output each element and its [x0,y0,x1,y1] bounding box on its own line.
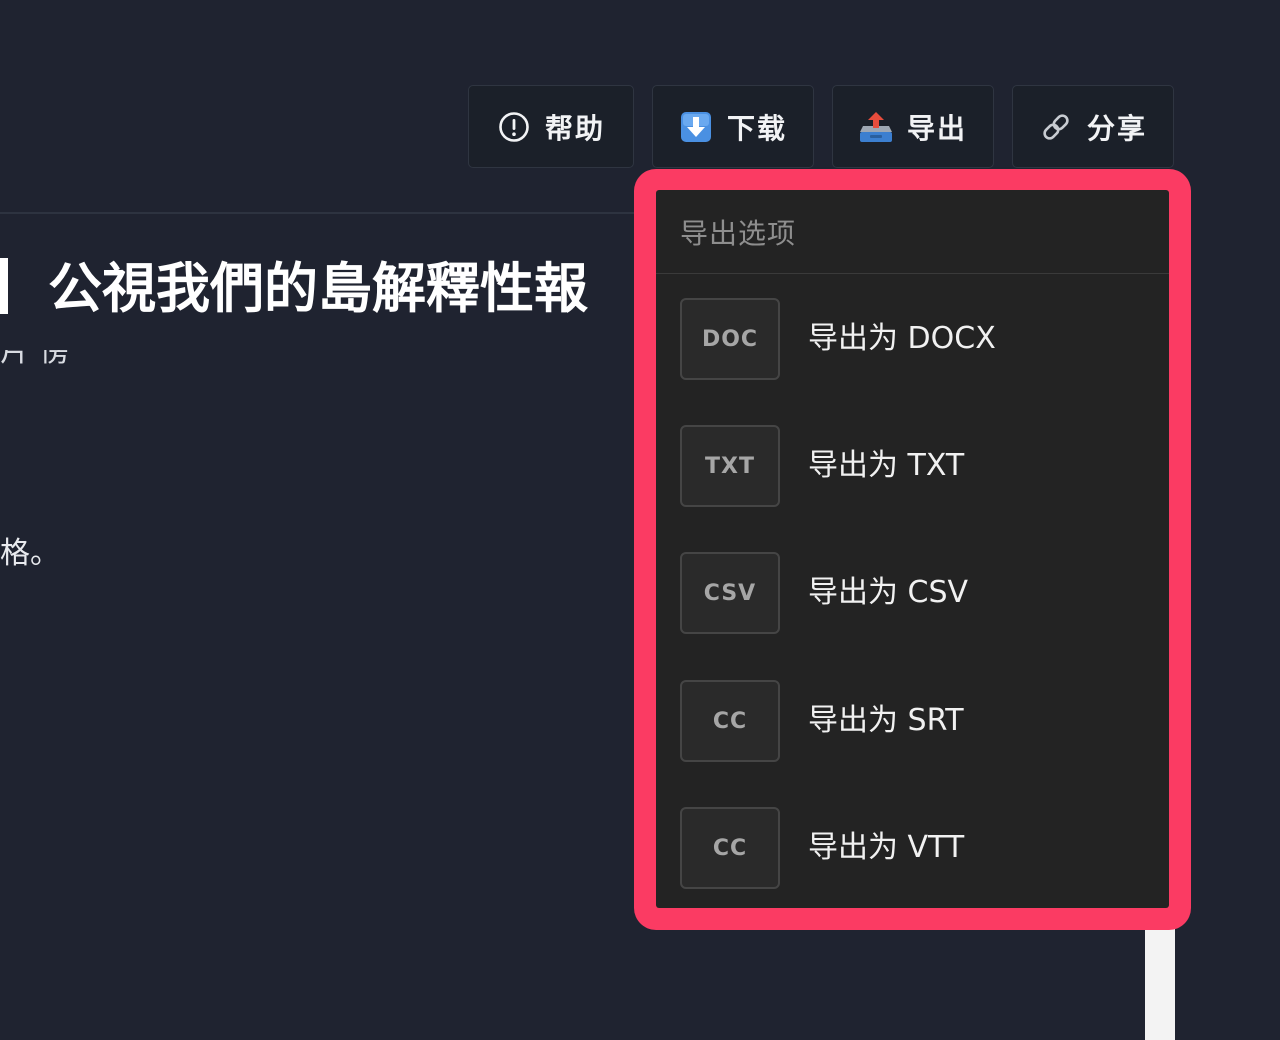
export-txt-label: 导出为 TXT [808,448,965,483]
export-menu-header: 导出选项 [656,190,1169,274]
download-button[interactable]: 下载 [652,85,814,168]
share-button-label: 分享 [1086,111,1147,145]
download-arrow-icon [679,110,713,144]
outbox-tray-icon [859,110,893,144]
export-menu-title: 导出选项 [680,216,797,250]
title-accent-bar [0,258,8,314]
clipped-text: 片 傍 [0,350,70,369]
alert-circle-icon [497,110,531,144]
header-divider [0,212,640,214]
clipped-text-line: 片 傍 [0,350,80,376]
export-options-menu: 导出选项 DOC 导出为 DOCX TXT 导出为 TXT CSV 导出为 CS… [656,190,1169,908]
export-csv-item[interactable]: CSV 导出为 CSV [656,543,1169,643]
download-button-label: 下载 [726,111,787,145]
body-text-fragment: 格。 [0,536,60,571]
csv-format-badge: CSV [680,552,780,634]
export-button[interactable]: 导出 [832,85,994,168]
export-button-label: 导出 [906,111,967,145]
help-button[interactable]: 帮助 [468,85,634,168]
export-txt-item[interactable]: TXT 导出为 TXT [656,416,1169,516]
scrollbar-track[interactable] [1145,928,1175,1040]
help-button-label: 帮助 [544,111,605,145]
page-title: 公視我們的島解釋性報 [48,257,588,320]
export-docx-item[interactable]: DOC 导出为 DOCX [656,289,1169,389]
export-csv-label: 导出为 CSV [808,575,969,610]
export-srt-label: 导出为 SRT [808,703,964,738]
cc-format-badge: CC [680,680,780,762]
cc-format-badge: CC [680,807,780,889]
doc-format-badge: DOC [680,298,780,380]
export-docx-label: 导出为 DOCX [808,321,996,356]
link-icon [1039,110,1073,144]
txt-format-badge: TXT [680,425,780,507]
export-srt-item[interactable]: CC 导出为 SRT [656,671,1169,771]
share-button[interactable]: 分享 [1012,85,1174,168]
export-vtt-label: 导出为 VTT [808,830,965,865]
export-vtt-item[interactable]: CC 导出为 VTT [656,798,1169,898]
